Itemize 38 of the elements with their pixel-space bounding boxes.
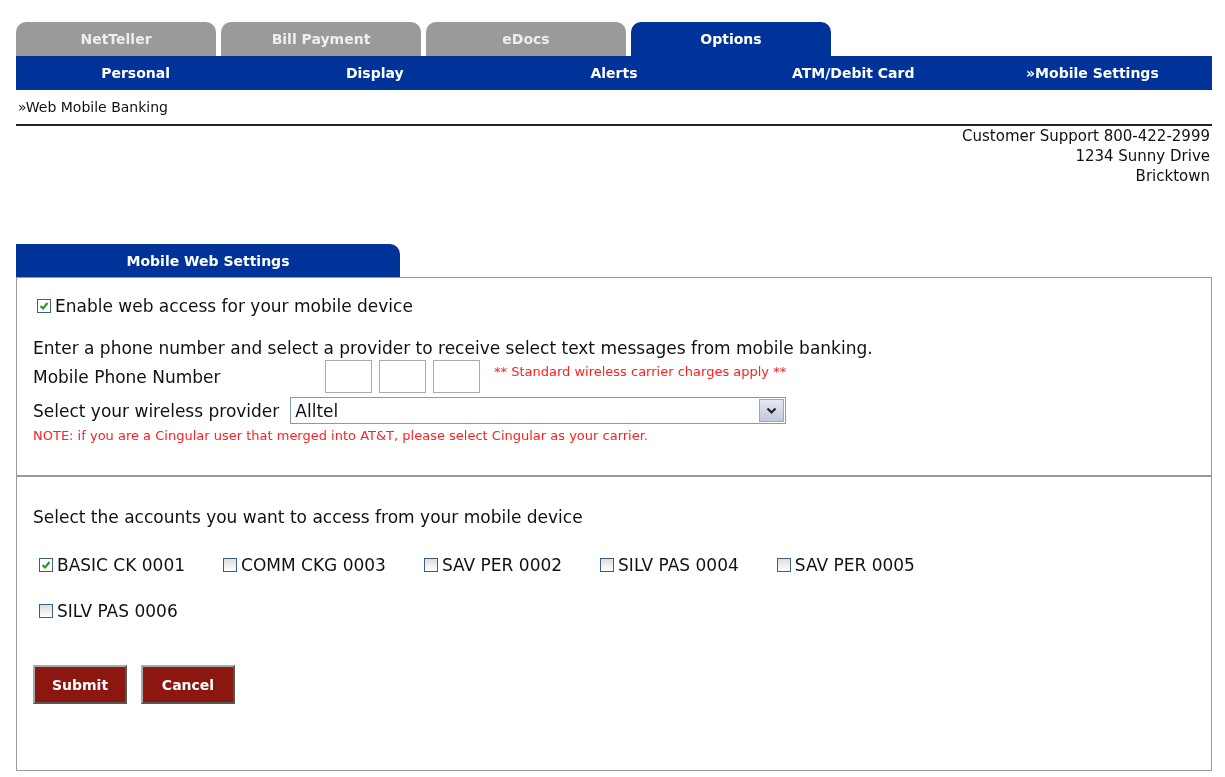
panel-tab[interactable]: Mobile Web Settings bbox=[16, 244, 400, 277]
breadcrumb[interactable]: »Web Mobile Banking bbox=[18, 99, 168, 115]
contact-line: 1234 Sunny Drive bbox=[1075, 146, 1210, 166]
subnav-link[interactable]: ATM/Debit Card bbox=[791, 65, 915, 81]
subnav-link[interactable]: »Mobile Settings bbox=[1026, 65, 1159, 81]
subnav-link[interactable]: Display bbox=[345, 65, 404, 81]
checkbox[interactable] bbox=[223, 558, 238, 572]
form-button[interactable]: Submit bbox=[33, 665, 127, 704]
checkbox[interactable] bbox=[39, 604, 53, 618]
checkbox-label: COMM CKG 0003 bbox=[241, 555, 386, 575]
field-label: Select your wireless provider bbox=[33, 400, 280, 421]
checkbox-label: SAV PER 0005 bbox=[794, 555, 915, 575]
subnav-link[interactable]: Alerts bbox=[590, 65, 638, 81]
checkbox-label: SILV PAS 0006 bbox=[57, 601, 178, 621]
input-field[interactable] bbox=[433, 360, 480, 393]
input-field[interactable] bbox=[325, 360, 372, 393]
contact-line: Customer Support 800-422-2999 bbox=[962, 126, 1210, 146]
nav-tab[interactable]: Options bbox=[631, 22, 831, 56]
instruction-text: Enter a phone number and select a provider to receive select text messages from mobile banking. bbox=[33, 338, 874, 358]
charges-note: ** Standard wireless carrier charges apply ** bbox=[494, 364, 787, 379]
checkbox-label: SAV PER 0002 bbox=[441, 555, 563, 575]
carrier-note: NOTE: if you are a Cingular user that merged into AT&T, please select Cingular as your carrier. bbox=[33, 428, 649, 443]
checkbox-label: Enable web access for your mobile device bbox=[55, 296, 413, 316]
chevron-down-icon bbox=[766, 406, 778, 415]
checkbox-label: BASIC CK 0001 bbox=[57, 555, 186, 575]
instruction-text: Select the accounts you want to access from your mobile device bbox=[33, 507, 584, 527]
checkbox[interactable] bbox=[423, 558, 438, 572]
checkbox[interactable] bbox=[37, 299, 51, 313]
provider-dropdown[interactable]: Alltel bbox=[290, 397, 787, 424]
form-button[interactable]: Cancel bbox=[141, 665, 235, 704]
checkbox[interactable] bbox=[39, 558, 53, 572]
contact-line: Bricktown bbox=[1135, 166, 1210, 186]
field-label: Mobile Phone Number bbox=[33, 366, 222, 387]
input-field[interactable] bbox=[379, 360, 426, 393]
checkbox[interactable] bbox=[776, 558, 791, 572]
checkbox-label: SILV PAS 0004 bbox=[618, 555, 739, 575]
checkbox[interactable] bbox=[600, 558, 615, 572]
subnav-link[interactable]: Personal bbox=[101, 65, 170, 81]
